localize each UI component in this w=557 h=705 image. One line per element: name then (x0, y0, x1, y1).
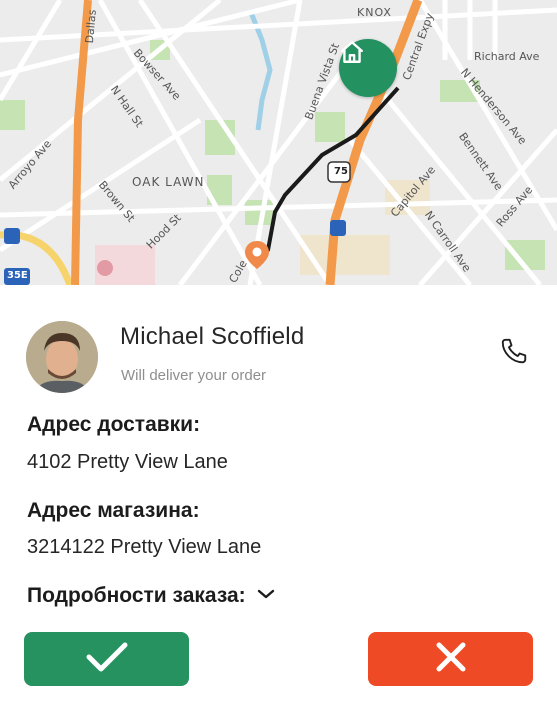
highway-75-shield: 75 (334, 166, 348, 177)
phone-icon (499, 336, 529, 371)
store-address-label: Адрес магазина: (27, 499, 200, 522)
map-label-knox: KNOX (357, 6, 392, 19)
order-details-toggle[interactable]: Подробности заказа: (27, 584, 276, 608)
check-icon (85, 640, 129, 679)
chevron-down-icon (256, 587, 276, 606)
call-courier-button[interactable] (496, 335, 532, 371)
order-sheet: Michael Scoffield Will deliver your orde… (0, 285, 557, 705)
accept-order-button[interactable] (24, 632, 189, 686)
delivery-address-value: 4102 Pretty View Lane (27, 451, 228, 473)
decline-order-button[interactable] (368, 632, 533, 686)
courier-avatar (26, 321, 98, 393)
delivery-address-label: Адрес доставки: (27, 413, 201, 436)
map-label-oak-lawn: OAK LAWN (132, 175, 205, 189)
store-location-pin[interactable] (339, 39, 397, 97)
avatar-photo (26, 321, 98, 393)
courier-subtitle: Will deliver your order (121, 367, 267, 384)
close-icon (435, 641, 467, 678)
order-details-label: Подробности заказа: (27, 584, 246, 607)
store-address-value: 3214122 Pretty View Lane (27, 536, 262, 558)
highway-35e-shield: 35E (7, 270, 28, 281)
courier-name: Michael Scoffield (120, 323, 305, 350)
map-label-richard: Richard Ave (474, 50, 540, 63)
map-view[interactable]: KNOX OAK LAWN Dallas Bowser Ave N Hall S… (0, 0, 557, 285)
